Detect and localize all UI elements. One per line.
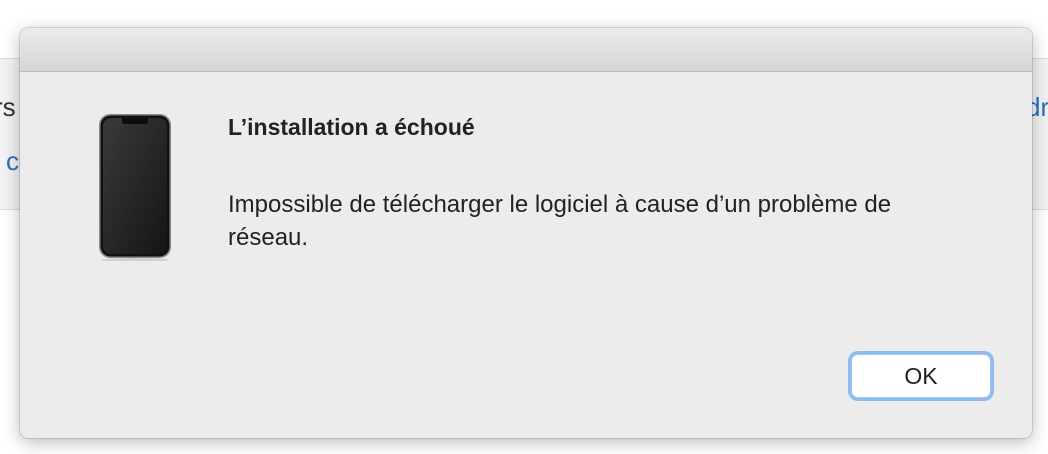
ok-button[interactable]: OK (851, 354, 991, 398)
error-dialog: L’installation a échoué Impossible de té… (20, 28, 1032, 438)
dialog-title: L’installation a échoué (228, 114, 475, 140)
dialog-titlebar (20, 28, 1032, 72)
iphone-device-icon (98, 113, 172, 262)
background-link-fragment-left: c (6, 146, 19, 176)
background-text-fragment: rs (0, 92, 16, 122)
dialog-message: Impossible de télécharger le logiciel à … (228, 191, 892, 251)
